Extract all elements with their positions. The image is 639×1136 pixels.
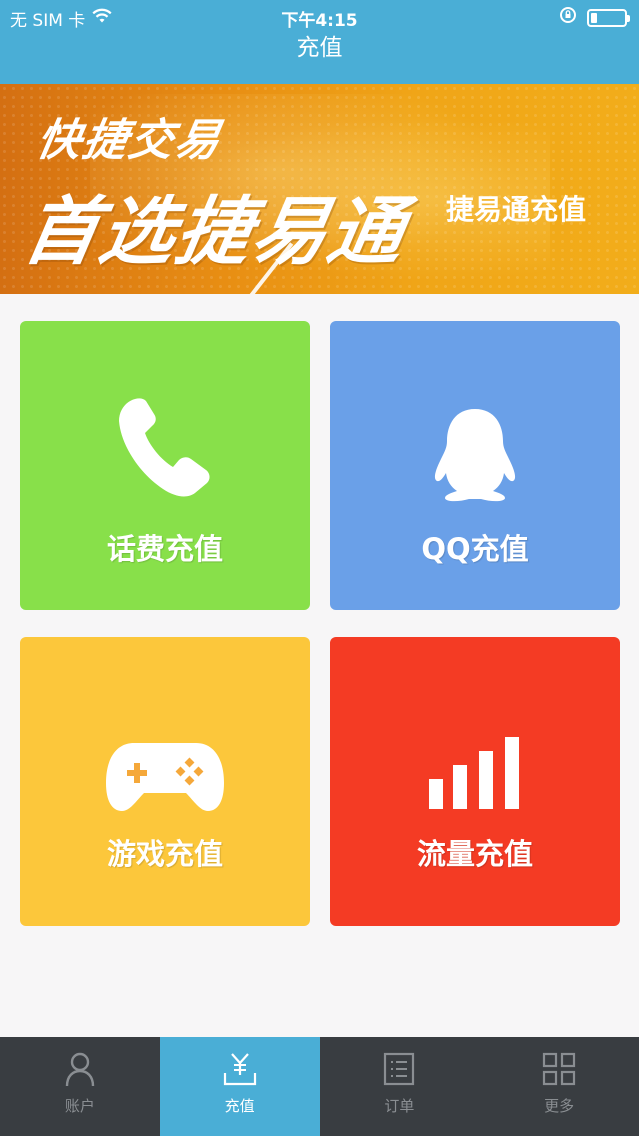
banner-headline-1: 快捷交易 (32, 115, 226, 166)
tab-orders-label: 订单 (384, 1097, 415, 1115)
page-title: 充值 (296, 35, 343, 61)
tab-more[interactable]: 更多 (479, 1037, 639, 1136)
data-recharge-tile[interactable]: 流量充值 (330, 637, 620, 926)
qq-recharge-tile[interactable]: QQ充值 (330, 321, 620, 610)
bottom-tab-bar: 账户 充值 订单 更多 (0, 1037, 639, 1136)
tab-orders[interactable]: 订单 (320, 1037, 480, 1136)
orientation-lock-icon (559, 6, 577, 29)
top-bar: 无 SIM 卡 下午4:15 充值 (0, 0, 639, 84)
tab-recharge-label: 充值 (224, 1097, 255, 1115)
tab-account-label: 账户 (64, 1097, 95, 1115)
phone-icon (20, 393, 310, 503)
user-icon (64, 1049, 96, 1089)
gamepad-icon (20, 735, 310, 815)
data-recharge-label: 流量充值 (416, 837, 533, 871)
signal-bars-icon (330, 735, 620, 811)
battery-level (591, 12, 597, 23)
phone-recharge-tile[interactable]: 话费充值 (20, 321, 310, 610)
phone-recharge-label: 话费充值 (106, 532, 223, 566)
tab-more-label: 更多 (544, 1097, 575, 1115)
order-list-icon (383, 1049, 415, 1089)
banner-headline-2: 首选捷易通 (17, 189, 413, 275)
grid-icon (542, 1049, 576, 1089)
qq-recharge-label: QQ充值 (421, 532, 529, 566)
game-recharge-label: 游戏充值 (106, 837, 223, 871)
game-recharge-tile[interactable]: 游戏充值 (20, 637, 310, 926)
recharge-icon (222, 1049, 258, 1089)
battery-icon (587, 8, 630, 27)
banner-side-text: 捷易通充值 (446, 193, 587, 226)
promo-banner[interactable]: 快捷交易 首选捷易通 捷易通充值 (0, 84, 639, 294)
status-right (559, 6, 630, 29)
tab-recharge[interactable]: 充值 (159, 1037, 320, 1136)
tab-account[interactable]: 账户 (0, 1037, 160, 1136)
qq-penguin-icon (330, 405, 620, 505)
